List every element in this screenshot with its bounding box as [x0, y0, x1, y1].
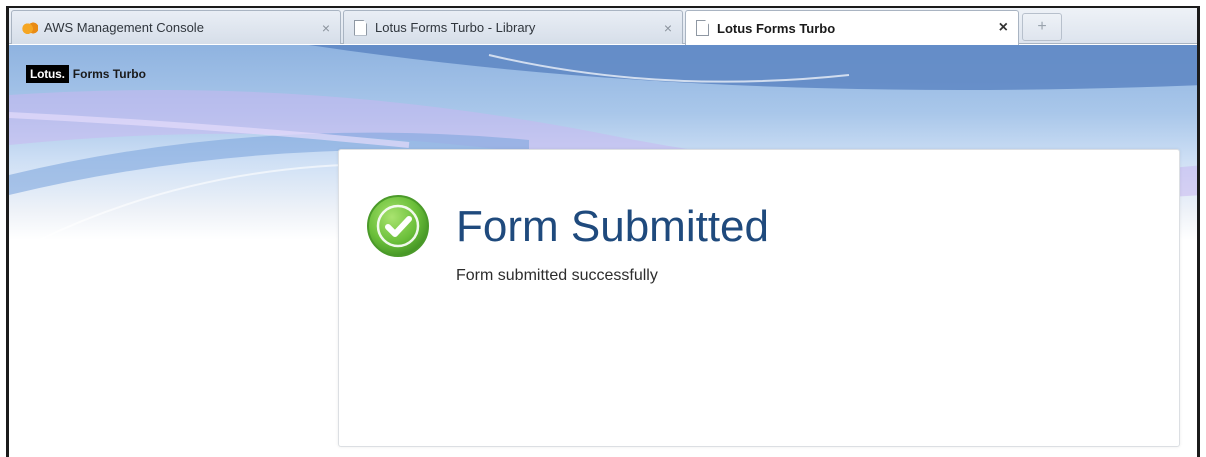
brand-logo: Lotus. Forms Turbo — [26, 65, 146, 83]
tab-title: Lotus Forms Turbo - Library — [375, 20, 536, 35]
tab-forms-library[interactable]: Lotus Forms Turbo - Library × — [343, 10, 683, 44]
confirmation-card: Form Submitted Form submitted successful… — [338, 149, 1180, 447]
close-icon[interactable]: × — [322, 20, 330, 36]
tab-strip: AWS Management Console × Lotus Forms Tur… — [9, 8, 1197, 45]
aws-icon — [22, 20, 38, 35]
check-circle-icon — [367, 195, 429, 257]
product-name: Forms Turbo — [72, 67, 146, 81]
success-message: Form submitted successfully — [456, 267, 658, 284]
tab-title: AWS Management Console — [44, 20, 204, 35]
page-content: Lotus. Forms Turbo Form Submitted Form s… — [9, 45, 1197, 457]
close-icon[interactable]: × — [999, 19, 1008, 37]
tab-title: Lotus Forms Turbo — [717, 20, 836, 36]
tab-aws-management-console[interactable]: AWS Management Console × — [11, 10, 341, 44]
brand-mark: Lotus. — [26, 65, 69, 83]
new-tab-button[interactable]: + — [1022, 13, 1062, 41]
browser-window: AWS Management Console × Lotus Forms Tur… — [6, 6, 1200, 457]
close-icon[interactable]: × — [664, 20, 672, 36]
page-title: Form Submitted — [456, 202, 769, 251]
page-icon — [354, 19, 367, 36]
plus-icon: + — [1037, 18, 1047, 35]
tab-forms-turbo[interactable]: Lotus Forms Turbo × — [685, 10, 1019, 45]
page-icon — [696, 20, 709, 36]
